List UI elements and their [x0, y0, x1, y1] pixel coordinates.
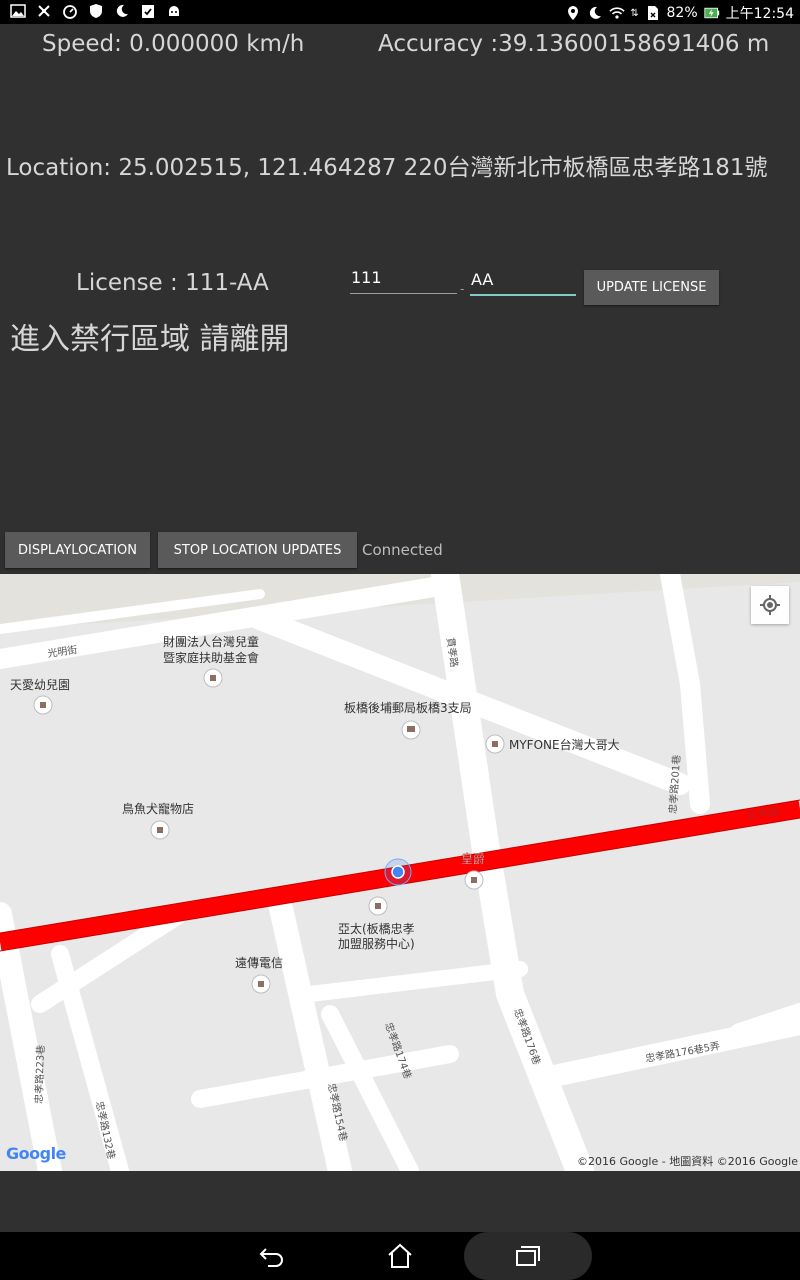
- navigation-bar: [0, 1232, 800, 1280]
- poi-label: 遠傳電信: [235, 956, 283, 970]
- map-copyright: ©2016 Google - 地圖資料 ©2016 Google: [576, 1155, 798, 1168]
- restricted-area-warning: 進入禁行區域 請離開: [10, 322, 290, 357]
- poi-label: MYFONE台灣大哥大: [509, 737, 620, 752]
- battery-charging-icon: [704, 5, 720, 21]
- back-icon: [259, 1248, 283, 1267]
- poi-label: 財團法人台灣兒童: [163, 634, 259, 649]
- app-content: Speed: 0.000000 km/h Accuracy :39.136001…: [0, 24, 800, 574]
- image-icon: [10, 3, 26, 19]
- license-number-input[interactable]: 111: [350, 268, 457, 294]
- crosshair-icon: [760, 595, 780, 615]
- license-letters-input[interactable]: AA: [470, 270, 576, 296]
- map-view[interactable]: 光明街 貫孝路 忠孝路201巷 忠孝路 忠孝路176巷 忠孝路174巷 忠孝路1…: [0, 574, 800, 1171]
- back-button[interactable]: [257, 1242, 287, 1270]
- home-button[interactable]: [385, 1242, 415, 1270]
- poi-label: 暨家庭扶助基金會: [163, 650, 259, 665]
- accuracy-readout: Accuracy :39.13600158691406 m: [378, 31, 770, 57]
- satellite-icon: [36, 3, 52, 19]
- poi-label: 鳥魚犬寵物店: [122, 801, 194, 816]
- license-separator: -: [460, 282, 465, 296]
- location-readout: Location: 25.002515, 121.464287 220台灣新北市…: [6, 155, 768, 181]
- notification-icons: [10, 3, 182, 19]
- poi-label: 亞太(板橋忠孝: [338, 921, 415, 936]
- recents-icon: [516, 1246, 540, 1266]
- current-location-dot: [391, 865, 405, 879]
- license-readout: License : 111-AA: [76, 270, 269, 296]
- sim-card-icon: [645, 5, 661, 21]
- status-bar: ⇅ 82% 上午12:54: [0, 0, 800, 24]
- google-logo: Google: [6, 1144, 66, 1163]
- data-transfer-icon: ⇅: [630, 7, 639, 19]
- system-status: ⇅ 82% 上午12:54: [565, 3, 794, 23]
- my-location-button[interactable]: [751, 586, 789, 624]
- location-pin-icon: [565, 5, 581, 21]
- stop-location-updates-button[interactable]: STOP LOCATION UPDATES: [158, 532, 357, 568]
- moon-icon: [587, 5, 603, 21]
- clipboard-check-icon: [140, 3, 156, 19]
- poi-label: 天愛幼兒園: [10, 678, 70, 692]
- recents-button[interactable]: [513, 1242, 543, 1270]
- android-icon: [166, 3, 182, 19]
- poi-label: 板橋後埔郵局板橋3支局: [344, 701, 472, 715]
- poi-label: 皇爵: [461, 852, 485, 866]
- clock: 上午12:54: [725, 6, 794, 22]
- map-canvas[interactable]: 光明街 貫孝路 忠孝路201巷 忠孝路 忠孝路176巷 忠孝路174巷 忠孝路1…: [0, 574, 800, 1171]
- poi-label: 加盟服務中心): [338, 936, 415, 951]
- display-location-button[interactable]: DISPLAYLOCATION: [5, 532, 150, 568]
- wifi-icon: [608, 5, 625, 21]
- moon-icon: [114, 3, 130, 19]
- shield-icon: [88, 3, 104, 19]
- home-icon: [388, 1243, 412, 1268]
- update-license-button[interactable]: UPDATE LICENSE: [584, 270, 719, 305]
- speedometer-icon: [62, 3, 78, 19]
- speed-readout: Speed: 0.000000 km/h: [42, 31, 305, 57]
- bottom-spacer: [0, 1171, 800, 1232]
- battery-percent: 82%: [666, 5, 698, 21]
- connection-status: Connected: [362, 541, 443, 559]
